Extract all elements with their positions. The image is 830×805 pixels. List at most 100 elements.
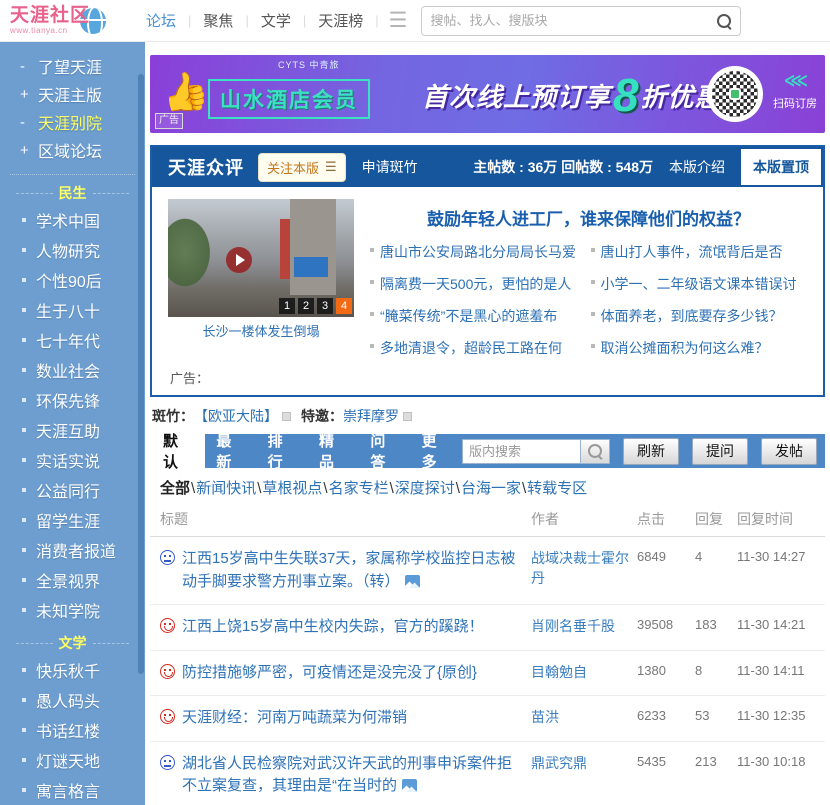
scan-caption: 扫码订房 xyxy=(773,95,817,111)
tab-问答[interactable]: 问答 xyxy=(359,430,410,472)
nav-link-3[interactable]: 文学 xyxy=(261,10,291,31)
image-attachment-icon xyxy=(402,779,417,792)
carousel-page-3[interactable]: 3 xyxy=(317,298,333,314)
sidebar-item-寓言格言[interactable]: 寓言格言 xyxy=(0,775,145,805)
guest-moderator-link[interactable]: 崇拜摩罗 xyxy=(343,406,399,426)
follow-board-button[interactable]: 关注本版 ☰ xyxy=(258,153,346,182)
topic-author-link[interactable]: 目翰勉自 xyxy=(531,662,637,682)
topic-author-link[interactable]: 战域决裁士霍尔丹 xyxy=(531,548,637,589)
expand-toggle-icon[interactable]: - xyxy=(20,114,34,131)
sidebar-item-未知学院[interactable]: 未知学院 xyxy=(0,595,145,625)
sidebar-item-区域论坛[interactable]: +区域论坛 xyxy=(0,136,145,164)
filter-名家专栏[interactable]: 名家专栏 xyxy=(329,480,389,497)
headline-link-8[interactable]: 取消公摊面积为何这么难？ xyxy=(591,338,808,358)
topic-author-link[interactable]: 鼎武究鼎 xyxy=(531,753,637,773)
board-title: 天涯众评 xyxy=(168,154,244,180)
nav-link-2[interactable]: 聚焦 xyxy=(203,10,233,31)
sidebar-item-天涯互助[interactable]: 天涯互助 xyxy=(0,415,145,445)
search-icon[interactable] xyxy=(716,13,732,29)
filter-新闻快讯[interactable]: 新闻快讯 xyxy=(196,480,256,497)
sidebar-item-书话红楼[interactable]: 书话红楼 xyxy=(0,715,145,745)
featured-headline-link[interactable]: 鼓励年轻人进工厂，谁来保障他们的权益？ xyxy=(370,205,807,230)
toolbar-button-发帖[interactable]: 发帖 xyxy=(761,438,817,465)
tab-最新[interactable]: 最新 xyxy=(205,430,256,472)
topic-author-link[interactable]: 苗洪 xyxy=(531,707,637,727)
sidebar-item-愚人码头[interactable]: 愚人码头 xyxy=(0,685,145,715)
filter-深度探讨[interactable]: 深度探讨 xyxy=(395,480,455,497)
headline-link-text: 取消公摊面积为何这么难？ xyxy=(601,338,769,358)
carousel-page-1[interactable]: 1 xyxy=(279,298,295,314)
sidebar-scrollbar[interactable] xyxy=(138,74,144,674)
carousel-page-2[interactable]: 2 xyxy=(298,298,314,314)
bullet-icon xyxy=(591,280,595,284)
carousel-page-4[interactable]: 4 xyxy=(336,298,352,314)
topic-title-link[interactable]: 天涯财经：河南万吨蔬菜为何滞销 xyxy=(182,707,407,730)
sidebar-item-生于八十[interactable]: 生于八十 xyxy=(0,295,145,325)
topic-title-link[interactable]: 江西15岁高中生失联37天，家属称学校监控日志被动手脚要求警方刑事立案。（转） xyxy=(182,548,521,593)
filter-台海一家[interactable]: 台海一家 xyxy=(461,480,521,497)
smiley-face-icon xyxy=(160,618,175,633)
tab-排行[interactable]: 排行 xyxy=(257,430,308,472)
moderator-link[interactable]: 【欧亚大陆】 xyxy=(194,406,278,426)
topic-title-link[interactable]: 湖北省人民检察院对武汉许天武的刑事申诉案件拒不立案复查，其理由是“在当时的 xyxy=(182,753,521,798)
topic-title-cell: 防控措施够严密，可疫情还是没完没了{原创} xyxy=(160,662,531,685)
topic-title-link[interactable]: 防控措施够严密，可疫情还是没完没了{原创} xyxy=(182,662,477,685)
headline-link-5[interactable]: “腌菜传统”不是黑心的遮羞布 xyxy=(370,306,587,326)
filter-草根视点[interactable]: 草根视点 xyxy=(262,480,322,497)
sidebar-item-学术中国[interactable]: 学术中国 xyxy=(0,205,145,235)
sidebar-item-人物研究[interactable]: 人物研究 xyxy=(0,235,145,265)
ad-banner[interactable]: 👍 CYTS 中青旅 山水酒店会员 首次线上预订享 8 折优惠 ⋘ 扫码订房 广… xyxy=(150,55,825,133)
headline-link-3[interactable]: 隔离费一天500元，更怕的是人 xyxy=(370,274,587,294)
sidebar-item-灯谜天地[interactable]: 灯谜天地 xyxy=(0,745,145,775)
headline-link-2[interactable]: 唐山打人事件，流氓背后是否 xyxy=(591,242,808,262)
nav-link-4[interactable]: 天涯榜 xyxy=(318,10,363,31)
toolbar-button-提问[interactable]: 提问 xyxy=(692,438,748,465)
sidebar-item-全景视界[interactable]: 全景视界 xyxy=(0,565,145,595)
board-search-input[interactable] xyxy=(462,439,580,464)
sidebar-item-天涯别院[interactable]: -天涯别院 xyxy=(0,108,145,136)
sidebar-item-公益同行[interactable]: 公益同行 xyxy=(0,475,145,505)
headline-link-1[interactable]: 唐山市公安局路北分局局长马爱 xyxy=(370,242,587,262)
tab-board-intro[interactable]: 本版介绍 xyxy=(669,157,725,177)
global-search-input[interactable] xyxy=(430,13,716,28)
topic-author-link[interactable]: 肖刚名垂千股 xyxy=(531,616,637,636)
filter-转载专区[interactable]: 转载专区 xyxy=(527,480,587,497)
headline-link-text: 体面养老，到底要存多少钱？ xyxy=(601,306,783,326)
headline-link-6[interactable]: 体面养老，到底要存多少钱？ xyxy=(591,306,808,326)
hamburger-menu-icon[interactable]: ☰ xyxy=(389,10,408,31)
board-search-button[interactable] xyxy=(580,439,610,464)
sidebar-item-了望天涯[interactable]: -了望天涯 xyxy=(0,52,145,80)
topic-reply-time: 11-30 14:27 xyxy=(737,548,825,564)
filter-全部[interactable]: 全部 xyxy=(160,480,190,497)
sidebar-item-环保先锋[interactable]: 环保先锋 xyxy=(0,385,145,415)
expand-toggle-icon[interactable]: + xyxy=(20,142,34,159)
apply-moderator-link[interactable]: 申请斑竹 xyxy=(362,157,418,177)
sidebar-item-七十年代[interactable]: 七十年代 xyxy=(0,325,145,355)
expand-toggle-icon[interactable]: - xyxy=(20,58,34,75)
headline-link-7[interactable]: 多地清退令，超龄民工路在何 xyxy=(370,338,587,358)
sidebar-item-label: 天涯别院 xyxy=(38,110,102,134)
sidebar-item-消费者报道[interactable]: 消费者报道 xyxy=(0,535,145,565)
nav-link-1[interactable]: 论坛 xyxy=(146,10,176,31)
play-icon[interactable] xyxy=(226,247,252,273)
headline-link-4[interactable]: 小学一、二年级语文课本错误讨 xyxy=(591,274,808,294)
sidebar-item-天涯主版[interactable]: +天涯主版 xyxy=(0,80,145,108)
logo-text: 天涯社区 www.tianya.cn xyxy=(10,6,90,35)
toolbar-button-刷新[interactable]: 刷新 xyxy=(623,438,679,465)
tab-精品[interactable]: 精品 xyxy=(308,430,359,472)
sidebar-item-留学生涯[interactable]: 留学生涯 xyxy=(0,505,145,535)
expand-toggle-icon[interactable]: + xyxy=(20,86,34,103)
sidebar-item-数业社会[interactable]: 数业社会 xyxy=(0,355,145,385)
tab-更多[interactable]: 更多 xyxy=(411,430,462,472)
search-icon xyxy=(587,443,603,459)
tab-board-pinned[interactable]: 本版置顶 xyxy=(741,149,821,185)
featured-caption-link[interactable]: 长沙一楼体发生倒塌 xyxy=(168,321,354,340)
tab-默认[interactable]: 默认 xyxy=(150,434,205,468)
sidebar-item-实话实说[interactable]: 实话实说 xyxy=(0,445,145,475)
sidebar-item-个性90后[interactable]: 个性90后 xyxy=(0,265,145,295)
topic-title-link[interactable]: 江西上饶15岁高中生校内失踪，官方的蹊跷！ xyxy=(182,616,484,639)
board-search-box xyxy=(462,439,610,464)
site-logo[interactable]: 天涯社区 www.tianya.cn xyxy=(10,6,106,35)
sidebar-item-快乐秋千[interactable]: 快乐秋千 xyxy=(0,655,145,685)
featured-video-thumbnail[interactable]: 1234 xyxy=(168,199,354,317)
